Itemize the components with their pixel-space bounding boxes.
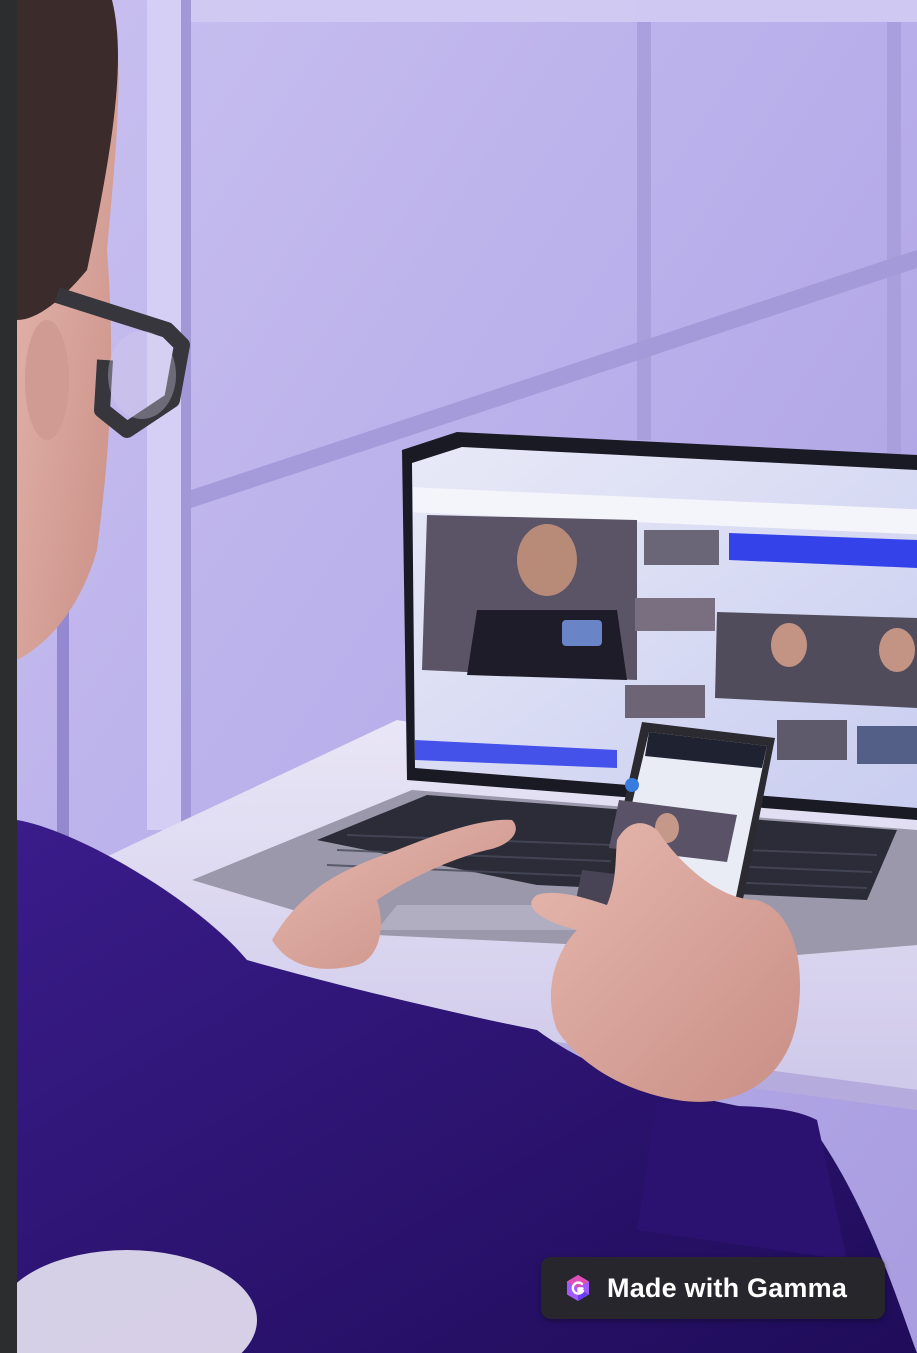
made-with-gamma-badge[interactable]: Made with Gamma xyxy=(541,1257,885,1319)
gamma-logo-icon xyxy=(567,1275,589,1301)
left-sidebar-strip xyxy=(0,0,17,1353)
badge-label: Made with Gamma xyxy=(607,1272,848,1303)
scene-illustration xyxy=(17,0,917,1353)
photo-scene xyxy=(17,0,917,1353)
